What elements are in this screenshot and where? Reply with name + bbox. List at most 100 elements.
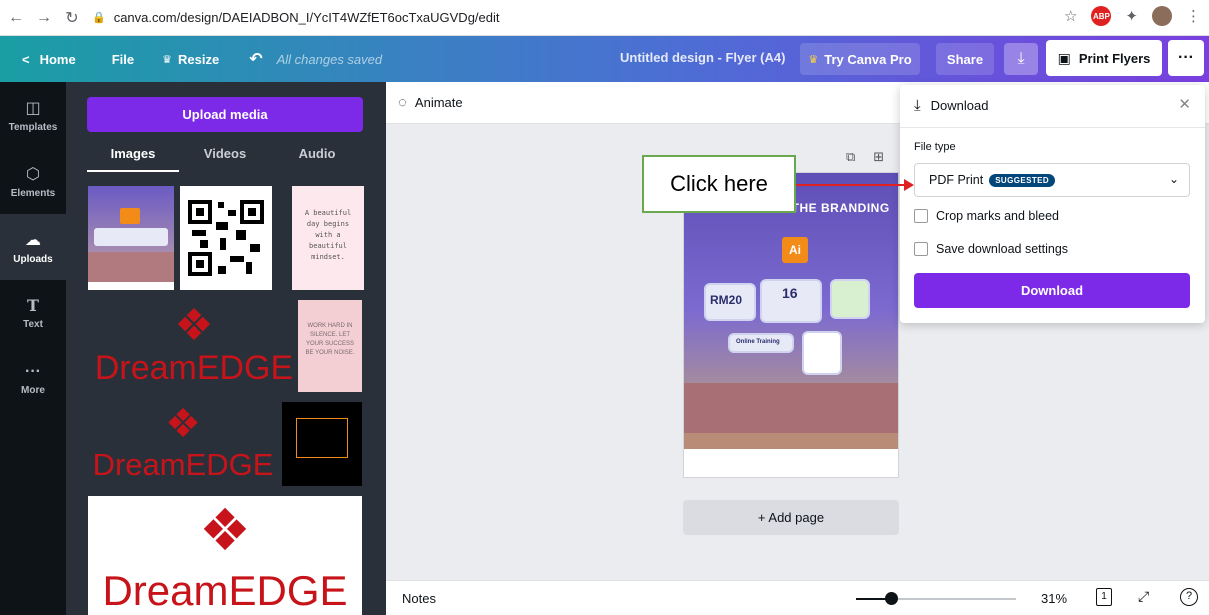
url-text: canva.com/design/DAEIADBON_I/YcIT4WZfET6… <box>113 10 500 25</box>
rail-item-more[interactable]: ··· More <box>0 346 66 412</box>
media-tabs: Images Videos Audio <box>87 144 363 172</box>
animate-button[interactable]: ◌ Animate <box>398 94 463 111</box>
crown-icon: ♛ <box>808 53 819 66</box>
tab-images[interactable]: Images <box>87 144 179 172</box>
logo-mark-icon: ❖ <box>174 301 214 350</box>
flyer-price-card: RM20 <box>704 283 756 321</box>
file-type-label: File type <box>914 141 956 153</box>
share-button[interactable]: Share <box>936 43 994 75</box>
animate-icon: ◌ <box>398 94 407 111</box>
fullscreen-icon[interactable]: ⤢ <box>1138 588 1149 605</box>
rail-label: Elements <box>10 187 56 199</box>
side-rail: ◫ Templates ⬡ Elements ☁ Uploads T Text … <box>0 82 66 615</box>
home-button[interactable]: < Home <box>22 36 76 82</box>
rail-item-elements[interactable]: ⬡ Elements <box>0 148 66 214</box>
flyer-page[interactable]: ILLUSTRATOR: THE BRANDING Ai RM20 16 Onl… <box>683 172 899 478</box>
save-settings-checkbox[interactable] <box>914 242 928 256</box>
adblock-icon[interactable]: ABP <box>1091 6 1112 26</box>
crop-marks-checkbox[interactable] <box>914 209 928 223</box>
close-icon[interactable]: ✕ <box>1178 95 1191 113</box>
download-panel-title: Download <box>930 98 989 113</box>
reload-icon[interactable]: ↻ <box>60 6 84 30</box>
undo-icon: ↶ <box>249 51 263 68</box>
page-count: 1 <box>1101 591 1107 602</box>
rail-item-templates[interactable]: ◫ Templates <box>0 82 66 148</box>
flyer-online-card: Online Training <box>728 333 794 353</box>
logo-mark-icon: ❖ <box>199 498 251 563</box>
avatar[interactable] <box>1152 6 1172 26</box>
flyer-age-card: 16 <box>760 279 822 323</box>
upload-thumb-logo[interactable]: ❖ DreamEDGE <box>88 402 278 486</box>
download-button[interactable]: ⤓ <box>1004 43 1038 75</box>
upload-thumb-frame[interactable] <box>282 402 362 486</box>
resize-button[interactable]: ♛ Resize <box>162 36 219 82</box>
star-icon[interactable]: ☆ <box>1064 7 1077 25</box>
download-icon: ⤓ <box>1017 50 1025 67</box>
address-bar[interactable]: 🔒 canva.com/design/DAEIADBON_I/YcIT4WZfE… <box>92 5 1072 31</box>
quote-text: WORK HARD IN SILENCE. LET YOUR SUCCESS B… <box>305 323 355 356</box>
print-label: Print Flyers <box>1078 50 1151 66</box>
more-options-button[interactable]: ··· <box>1168 40 1204 76</box>
download-panel: ⤓ Download ✕ File type PDF Print SUGGEST… <box>900 85 1205 323</box>
lock-icon: 🔒 <box>92 12 106 24</box>
tab-videos[interactable]: Videos <box>179 144 271 172</box>
duplicate-page-icon[interactable]: ⧉ <box>846 149 855 165</box>
elements-icon: ⬡ <box>26 165 40 183</box>
upload-thumb-qr-code[interactable] <box>180 186 272 290</box>
rail-label: Uploads <box>13 253 53 265</box>
undo-button[interactable]: ↶ <box>249 36 262 82</box>
print-icon: ▣ <box>1057 49 1071 66</box>
flyer-street-scene <box>684 383 898 433</box>
try-canva-pro-button[interactable]: ♛ Try Canva Pro <box>800 43 920 75</box>
save-status: All changes saved <box>277 36 383 82</box>
upload-thumb-pink-quote[interactable]: WORK HARD IN SILENCE. LET YOUR SUCCESS B… <box>298 300 362 392</box>
zoom-level[interactable]: 31% <box>1041 591 1067 606</box>
upload-thumb-logo-large[interactable]: ❖ DreamEDGE <box>88 496 362 615</box>
download-icon: ⤓ <box>914 97 921 114</box>
upload-thumb-quote[interactable]: A beautiful day begins with a beautiful … <box>292 186 364 290</box>
rail-item-uploads[interactable]: ☁ Uploads <box>0 214 66 280</box>
rail-item-text[interactable]: T Text <box>0 280 66 346</box>
print-flyers-button[interactable]: ▣ Print Flyers <box>1046 40 1162 76</box>
ellipsis-icon: ··· <box>1178 49 1194 66</box>
zoom-slider-handle[interactable] <box>885 592 899 605</box>
home-label: Home <box>39 51 76 67</box>
back-arrow-icon[interactable]: ← <box>4 6 28 30</box>
divider <box>900 127 1205 128</box>
brand-text: DreamEDGE <box>102 567 348 614</box>
file-menu-button[interactable]: File <box>112 36 134 82</box>
chevron-down-icon: ⌄ <box>1168 172 1179 186</box>
crop-marks-label: Crop marks and bleed <box>936 209 1059 223</box>
browser-extensions: ☆ ABP ✦ ⋮ <box>1064 6 1201 26</box>
rail-label: More <box>21 384 45 396</box>
help-icon[interactable]: ? <box>1180 588 1198 606</box>
crop-marks-option[interactable]: Crop marks and bleed <box>914 209 1059 223</box>
upload-media-button[interactable]: Upload media <box>87 97 363 132</box>
forward-arrow-icon[interactable]: → <box>32 6 56 30</box>
add-page-icon[interactable]: ⊞ <box>873 149 884 165</box>
flyer-footer <box>684 449 898 477</box>
document-title[interactable]: Untitled design - Flyer (A4) <box>620 50 785 65</box>
rail-label: Text <box>23 319 43 330</box>
uploads-icon: ☁ <box>25 231 41 249</box>
save-settings-label: Save download settings <box>936 242 1069 256</box>
illustrator-badge: Ai <box>782 237 808 263</box>
chevron-left-icon: < <box>22 51 30 67</box>
page-count-icon[interactable]: 1 <box>1096 588 1112 606</box>
tab-audio[interactable]: Audio <box>271 144 363 172</box>
file-label: File <box>111 51 135 67</box>
save-settings-option[interactable]: Save download settings <box>914 242 1068 256</box>
add-page-button[interactable]: + Add page <box>683 500 899 535</box>
notes-button[interactable]: Notes <box>402 591 436 606</box>
download-confirm-button[interactable]: Download <box>914 273 1190 308</box>
callout-arrowhead <box>904 179 914 191</box>
file-type-select[interactable]: PDF Print SUGGESTED ⌄ <box>914 163 1190 197</box>
text-icon: T <box>27 296 39 315</box>
flyer-icon-card <box>830 279 870 319</box>
puzzle-icon[interactable]: ✦ <box>1125 7 1138 25</box>
resize-label: Resize <box>178 51 220 67</box>
zoom-slider[interactable] <box>856 592 1016 605</box>
upload-thumb-logo[interactable]: ❖ DreamEDGE <box>88 300 300 392</box>
upload-thumb-flyer[interactable] <box>88 186 174 290</box>
kebab-menu-icon[interactable]: ⋮ <box>1186 7 1201 25</box>
